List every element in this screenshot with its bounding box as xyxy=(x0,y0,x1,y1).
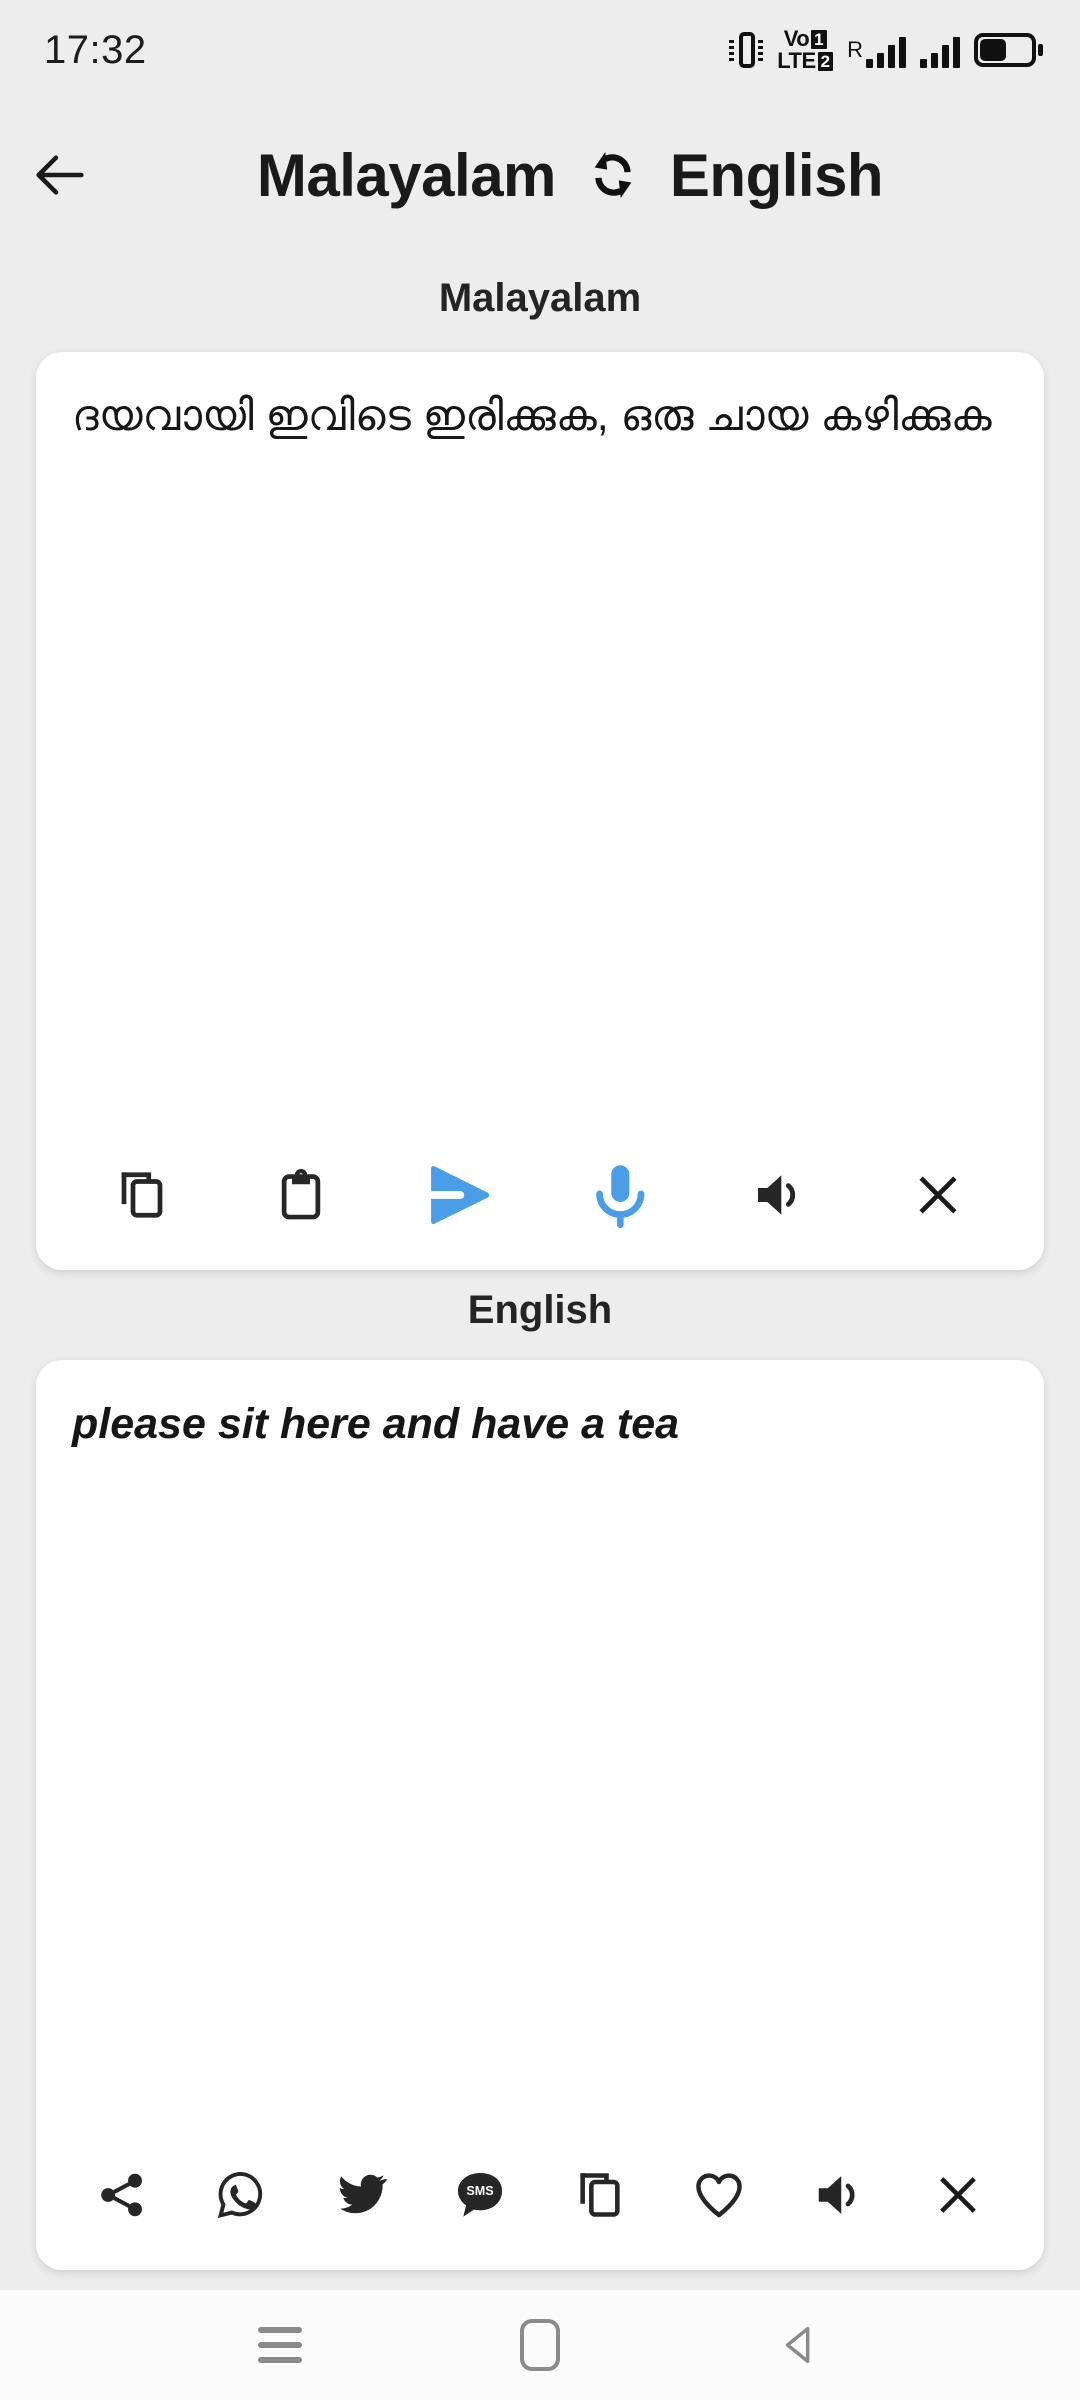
share-button[interactable] xyxy=(82,2155,162,2235)
copy-icon xyxy=(580,2173,620,2217)
battery-icon xyxy=(974,33,1043,67)
nav-back-button[interactable] xyxy=(740,2290,860,2400)
translate-button[interactable] xyxy=(413,1148,507,1242)
status-time: 17:32 xyxy=(44,27,147,72)
paste-icon xyxy=(281,1169,321,1220)
signal-icon-sim2 xyxy=(920,32,960,68)
whatsapp-icon xyxy=(218,2172,263,2219)
clear-icon xyxy=(919,1176,957,1214)
twitter-button[interactable] xyxy=(321,2155,401,2235)
source-paste-button[interactable] xyxy=(254,1148,348,1242)
target-speaker-button[interactable] xyxy=(799,2155,879,2235)
volte-icon: Vo 1 LTE 2 xyxy=(777,26,834,73)
android-nav-bar xyxy=(0,2290,1080,2400)
back-icon xyxy=(785,2326,810,2364)
target-section-label: English xyxy=(467,1288,613,1332)
back-button[interactable] xyxy=(0,143,120,207)
sms-icon: SMS xyxy=(458,2172,503,2217)
volte-text-top: Vo xyxy=(783,26,810,51)
recents-icon xyxy=(258,2327,302,2363)
speaker-icon xyxy=(757,1175,796,1215)
source-text-card: ദയവായി ഇവിടെ ഇരിക്കുക, ഒരു ചായ കഴിക്കുക xyxy=(36,352,1044,1270)
favorite-icon xyxy=(696,2173,743,2218)
target-toolbar: SMS xyxy=(36,2120,1044,2270)
sms-badge-text: SMS xyxy=(467,2184,494,2198)
source-text-area[interactable]: ദയവായി ഇവിടെ ഇരിക്കുക, ഒരു ചായ കഴിക്കുക xyxy=(36,352,1044,1120)
target-text-area[interactable]: please sit here and have a tea xyxy=(36,1360,1044,2120)
share-icon xyxy=(100,2173,142,2217)
microphone-button[interactable] xyxy=(573,1148,667,1242)
clear-icon xyxy=(940,2177,977,2213)
speaker-icon xyxy=(818,2176,855,2214)
source-clear-button[interactable] xyxy=(891,1148,985,1242)
home-icon xyxy=(520,2319,560,2371)
whatsapp-button[interactable] xyxy=(201,2155,281,2235)
copy-icon xyxy=(121,1172,163,1218)
roaming-indicator: R xyxy=(847,37,863,62)
target-text-card: please sit here and have a tea SMS xyxy=(36,1360,1044,2270)
swap-languages-icon xyxy=(594,152,632,198)
source-language-title[interactable]: Malayalam xyxy=(257,141,557,210)
sms-button[interactable]: SMS xyxy=(440,2155,520,2235)
target-language-title[interactable]: English xyxy=(670,141,884,210)
source-text: ദയവായി ഇവിടെ ഇരിക്കുക, ഒരു ചായ കഴിക്കുക xyxy=(72,392,992,440)
translate-send-icon xyxy=(431,1165,490,1225)
vibrate-icon xyxy=(729,28,764,72)
status-bar: 17:32 Vo 1 LTE 2 R xyxy=(0,0,1080,100)
source-section-label: Malayalam xyxy=(438,276,642,320)
nav-recents-button[interactable] xyxy=(220,2290,340,2400)
sim2-badge: 2 xyxy=(817,51,834,71)
back-arrow-icon xyxy=(36,155,84,195)
app-header: Malayalam English xyxy=(0,100,1080,250)
source-toolbar xyxy=(36,1120,1044,1270)
twitter-icon xyxy=(339,2174,388,2214)
source-speaker-button[interactable] xyxy=(732,1148,826,1242)
favorite-button[interactable] xyxy=(679,2155,759,2235)
sim1-badge: 1 xyxy=(811,29,827,49)
volte-text-bottom: LTE xyxy=(777,48,816,73)
microphone-icon xyxy=(595,1165,644,1229)
status-icons: Vo 1 LTE 2 R xyxy=(729,26,1043,73)
source-copy-button[interactable] xyxy=(95,1148,189,1242)
target-copy-button[interactable] xyxy=(560,2155,640,2235)
swap-languages-button[interactable] xyxy=(584,146,642,204)
target-clear-button[interactable] xyxy=(918,2155,998,2235)
nav-home-button[interactable] xyxy=(480,2290,600,2400)
signal-icon-sim1: R xyxy=(847,32,906,68)
translated-text: please sit here and have a tea xyxy=(72,1400,680,1448)
